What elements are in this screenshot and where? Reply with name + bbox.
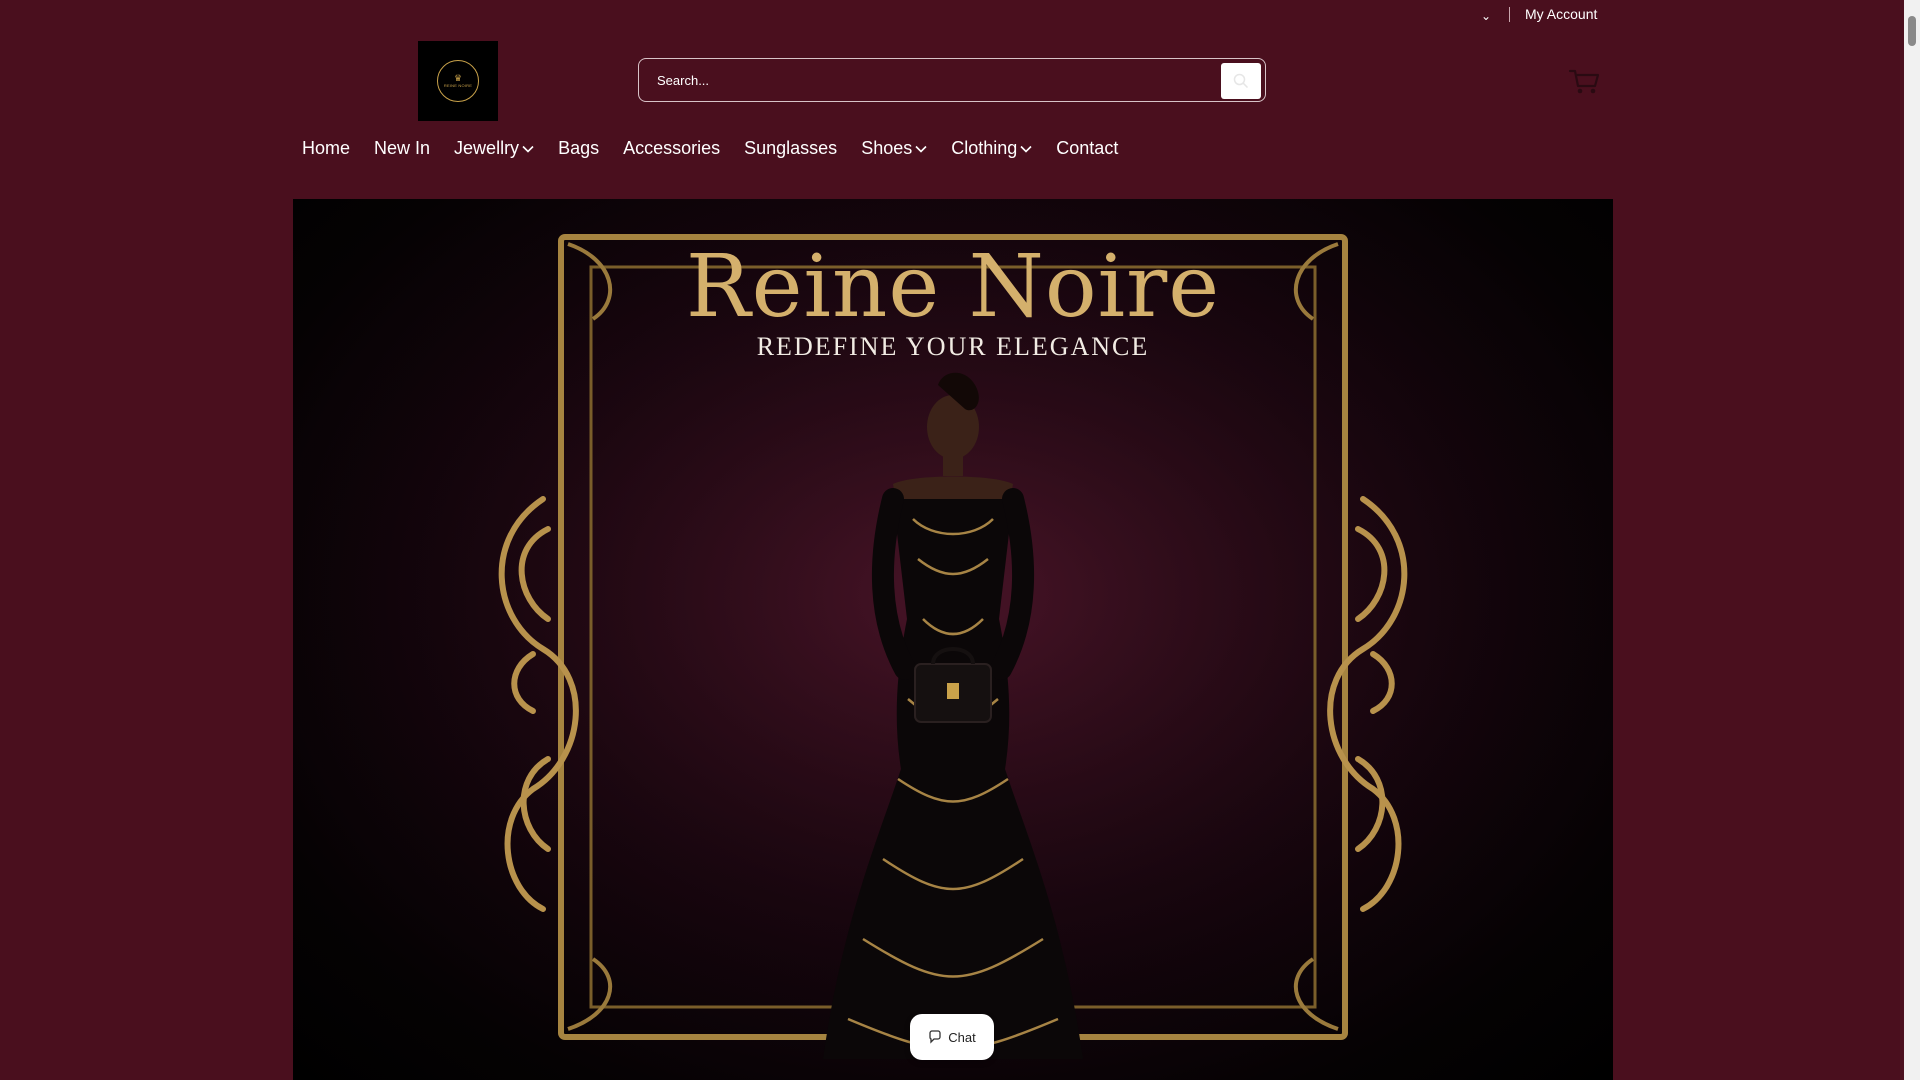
nav-item-label: Contact	[1056, 138, 1119, 158]
chat-label: Chat	[948, 1029, 976, 1045]
search-input[interactable]	[657, 59, 1227, 101]
nav-item-label: Bags	[558, 138, 600, 158]
my-account-link[interactable]: My Account	[1525, 6, 1597, 22]
logo-text: REINE NOIRE	[443, 83, 473, 88]
chat-bubble-icon	[928, 1030, 942, 1044]
nav-item-label: New In	[374, 138, 431, 158]
hero-title: Reine Noire	[685, 237, 1221, 337]
nav-item-clothing[interactable]: Clothing	[951, 138, 1032, 159]
cart-icon	[1568, 69, 1600, 94]
nav-item-label: Jewellry	[454, 138, 520, 158]
chevron-down-icon	[915, 145, 927, 153]
nav-item-jewellry[interactable]: Jewellry	[454, 138, 534, 159]
nav-item-label: Sunglasses	[744, 138, 838, 158]
cart-button[interactable]	[1568, 68, 1600, 96]
page-scrollbar[interactable]	[1904, 0, 1920, 1080]
hero-subtitle: REDEFINE YOUR ELEGANCE	[756, 332, 1150, 361]
nav-item-home[interactable]: Home	[302, 138, 350, 159]
chevron-down-icon	[522, 145, 534, 153]
top-bar: ⌄ My Account	[0, 0, 1904, 30]
nav-item-label: Home	[302, 138, 351, 158]
logo-emblem: ♛ REINE NOIRE	[437, 60, 479, 102]
nav-item-label: Clothing	[951, 138, 1018, 158]
crown-icon: ♛	[453, 73, 463, 83]
nav-item-contact[interactable]: Contact	[1056, 138, 1118, 159]
search-button[interactable]	[1221, 63, 1261, 99]
nav-item-shoes[interactable]: Shoes	[861, 138, 927, 159]
chat-button[interactable]: Chat	[910, 1014, 994, 1060]
top-bar-divider	[1509, 7, 1510, 22]
search-icon	[1233, 73, 1249, 89]
nav-item-bags[interactable]: Bags	[558, 138, 599, 159]
store-logo[interactable]: ♛ REINE NOIRE	[418, 41, 498, 121]
nav-item-accessories[interactable]: Accessories	[623, 138, 720, 159]
scrollbar-thumb[interactable]	[1908, 16, 1916, 46]
chevron-down-icon	[1020, 145, 1032, 153]
nav-item-label: Shoes	[861, 138, 913, 158]
nav-item-sunglasses[interactable]: Sunglasses	[744, 138, 837, 159]
search-bar	[638, 58, 1266, 102]
nav-item-label: Accessories	[623, 138, 721, 158]
nav-item-new-in[interactable]: New In	[374, 138, 430, 159]
hero-banner[interactable]: Reine Noire REDEFINE YOUR ELEGANCE	[293, 199, 1613, 1080]
currency-chevron-icon[interactable]: ⌄	[1476, 6, 1496, 26]
main-nav: Home New In Jewellry Bags Accessories Su…	[302, 138, 1142, 159]
